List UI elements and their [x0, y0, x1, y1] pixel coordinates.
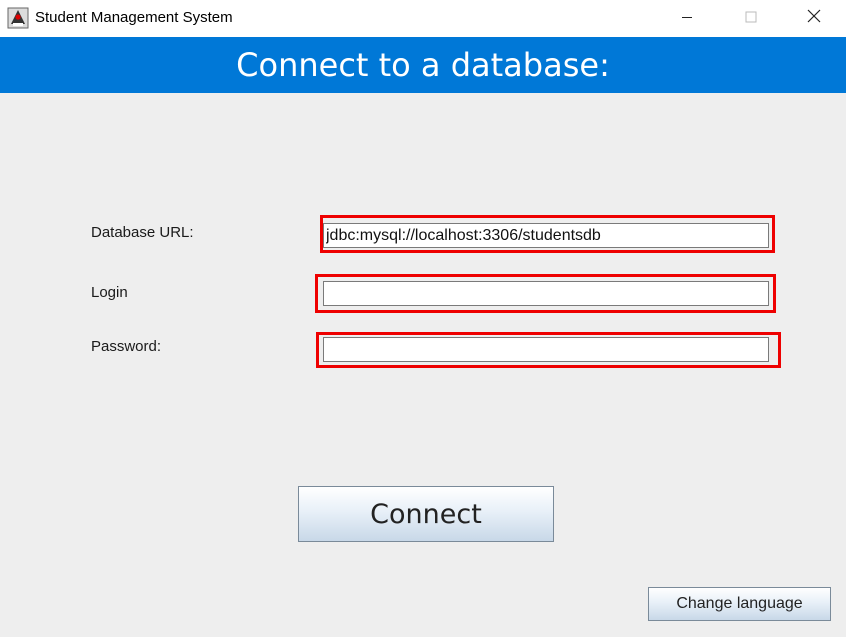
password-label: Password:: [91, 338, 162, 355]
close-button[interactable]: [791, 0, 837, 37]
java-duke-icon: [7, 7, 29, 29]
db-url-input[interactable]: [323, 223, 769, 248]
login-input[interactable]: [323, 281, 769, 306]
maximize-icon: [745, 10, 757, 28]
db-url-label: Database URL:: [91, 224, 194, 241]
window-title: Student Management System: [35, 9, 233, 26]
page-title: Connect to a database:: [0, 37, 846, 93]
maximize-button[interactable]: [728, 0, 774, 37]
window-titlebar: Student Management System: [0, 0, 846, 37]
change-language-button[interactable]: Change language: [648, 587, 831, 621]
minimize-icon: [681, 10, 693, 28]
close-icon: [807, 9, 821, 28]
login-label: Login: [91, 284, 128, 301]
password-input[interactable]: [323, 337, 769, 362]
minimize-button[interactable]: [664, 0, 710, 37]
connect-button[interactable]: Connect: [298, 486, 554, 542]
